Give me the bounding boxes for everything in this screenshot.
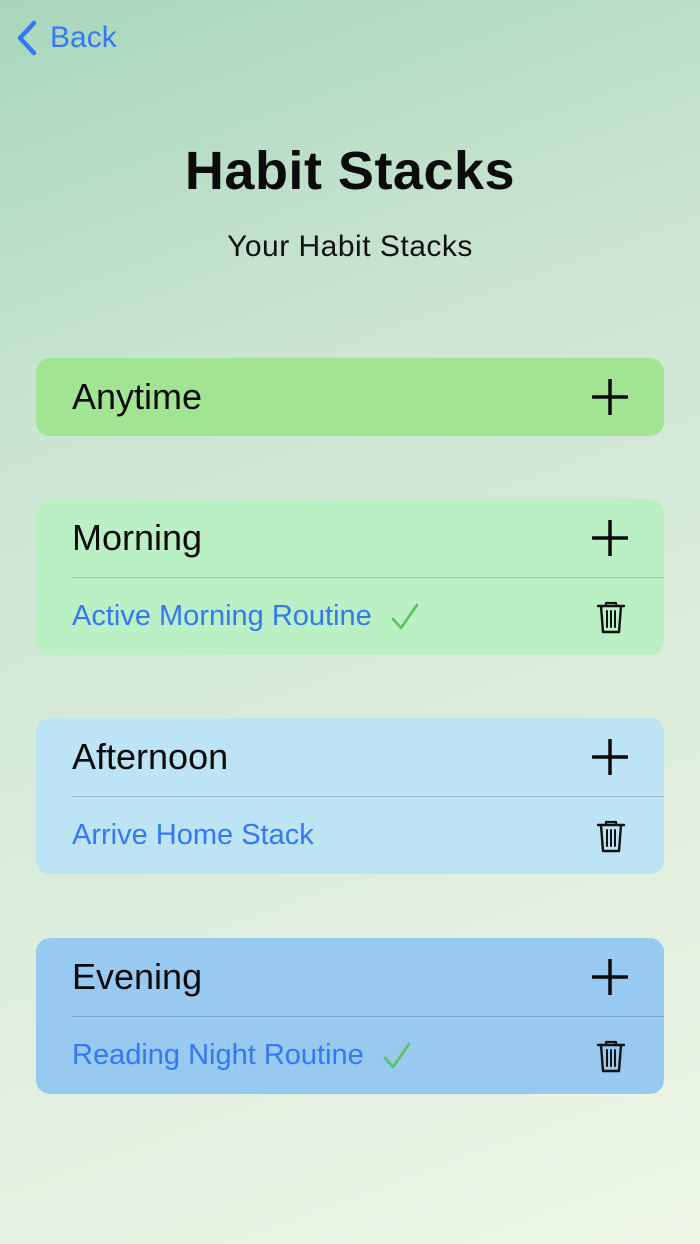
trash-icon[interactable] — [596, 819, 626, 853]
habit-stack-link[interactable]: Reading Night Routine — [72, 1039, 364, 1072]
habit-stack-link[interactable]: Arrive Home Stack — [72, 819, 314, 852]
section-title: Morning — [72, 517, 203, 558]
page-title: Habit Stacks — [184, 141, 516, 201]
section-title: Evening — [72, 956, 203, 997]
section-header: Afternoon — [36, 718, 664, 796]
list-item[interactable]: Reading Night Routine — [36, 1017, 664, 1094]
section-anytime: Anytime — [36, 358, 664, 436]
section-evening: Evening Reading Night Routine — [36, 938, 664, 1094]
section-afternoon: Afternoon Arrive Home Stack — [36, 718, 664, 874]
checkmark-icon — [391, 603, 419, 629]
page-subtitle: Your Habit Stacks — [227, 230, 473, 263]
back-label: Back — [50, 21, 117, 54]
list-item[interactable]: Active Morning Routine — [36, 578, 664, 655]
trash-icon[interactable] — [596, 1039, 626, 1073]
section-header: Anytime — [36, 358, 664, 436]
plus-icon[interactable] — [592, 959, 628, 995]
plus-icon[interactable] — [592, 379, 628, 415]
habit-stack-link[interactable]: Active Morning Routine — [72, 600, 372, 633]
section-morning: Morning Active Morning Routine — [36, 499, 664, 655]
section-title: Anytime — [72, 376, 203, 417]
checkmark-icon — [383, 1042, 411, 1068]
section-title: Afternoon — [72, 736, 229, 777]
section-header: Morning — [36, 499, 664, 577]
section-header: Evening — [36, 938, 664, 1016]
plus-icon[interactable] — [592, 739, 628, 775]
trash-icon[interactable] — [596, 600, 626, 634]
chevron-left-icon — [17, 20, 37, 56]
list-item[interactable]: Arrive Home Stack — [36, 797, 664, 874]
back-button[interactable]: Back — [14, 16, 117, 60]
plus-icon[interactable] — [592, 520, 628, 556]
